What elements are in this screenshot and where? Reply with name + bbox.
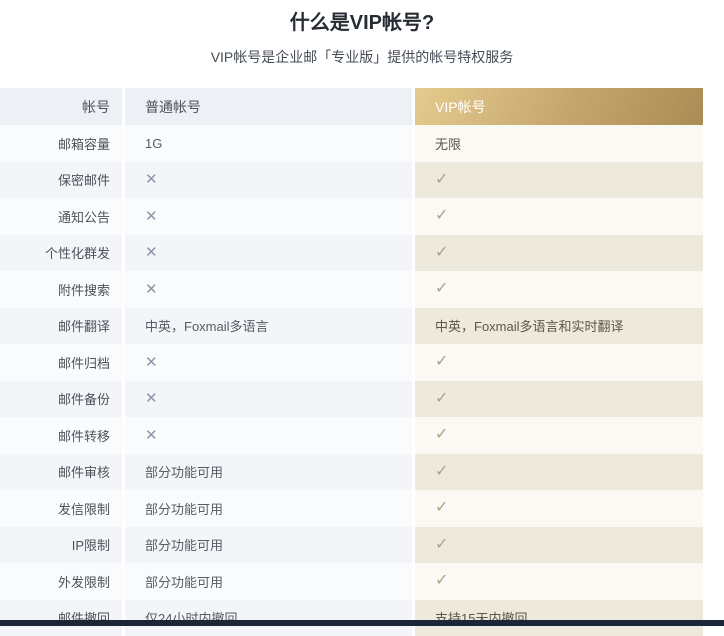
vip-cell: ✓ xyxy=(415,235,703,272)
check-icon: ✓ xyxy=(435,172,448,188)
row-label: 个性化群发 xyxy=(0,235,122,272)
check-icon: ✓ xyxy=(435,464,448,480)
vip-cell: 支持15天内撤回 xyxy=(415,600,703,636)
row-label: 外发限制 xyxy=(0,563,122,600)
normal-cell: 部分功能可用 xyxy=(125,563,412,600)
table-row: 邮箱容量 1G 无限 xyxy=(0,125,706,162)
bottom-bar xyxy=(0,620,724,626)
table-row: IP限制 部分功能可用 ✓ xyxy=(0,527,706,564)
vip-cell: ✓ xyxy=(415,563,703,600)
row-label: IP限制 xyxy=(0,527,122,564)
row-label: 发信限制 xyxy=(0,490,122,527)
vip-cell: ✓ xyxy=(415,454,703,491)
cross-icon: ✕ xyxy=(145,282,158,297)
check-icon: ✓ xyxy=(435,208,448,224)
vip-cell: ✓ xyxy=(415,198,703,235)
normal-cell: ✕ xyxy=(125,162,412,199)
check-icon: ✓ xyxy=(435,281,448,297)
cell-text: 中英，Foxmail多语言和实时翻译 xyxy=(435,316,624,335)
cross-icon: ✕ xyxy=(145,355,158,370)
header-account: 帐号 xyxy=(0,88,122,125)
normal-cell: 部分功能可用 xyxy=(125,454,412,491)
normal-cell: 仅24小时内撤回 xyxy=(125,600,412,636)
cross-icon: ✕ xyxy=(145,172,158,187)
row-label: 邮件归档 xyxy=(0,344,122,381)
page-title: 什么是VIP帐号? xyxy=(0,0,724,36)
check-icon: ✓ xyxy=(435,354,448,370)
cross-icon: ✕ xyxy=(145,245,158,260)
cell-text: 部分功能可用 xyxy=(145,572,223,591)
check-icon: ✓ xyxy=(435,427,448,443)
table-row: 邮件撤回 仅24小时内撤回 支持15天内撤回 xyxy=(0,600,706,636)
page-subtitle: VIP帐号是企业邮「专业版」提供的帐号特权服务 xyxy=(0,48,724,66)
cross-icon: ✕ xyxy=(145,428,158,443)
check-icon: ✓ xyxy=(435,573,448,589)
cell-text: 中英，Foxmail多语言 xyxy=(145,316,269,335)
normal-cell: ✕ xyxy=(125,235,412,272)
table-row: 邮件归档 ✕ ✓ xyxy=(0,344,706,381)
table-row: 邮件转移 ✕ ✓ xyxy=(0,417,706,454)
normal-cell: ✕ xyxy=(125,344,412,381)
vip-cell: 无限 xyxy=(415,125,703,162)
vip-cell: ✓ xyxy=(415,381,703,418)
table-row: 个性化群发 ✕ ✓ xyxy=(0,235,706,272)
table-row: 邮件翻译 中英，Foxmail多语言 中英，Foxmail多语言和实时翻译 xyxy=(0,308,706,345)
table-row: 附件搜索 ✕ ✓ xyxy=(0,271,706,308)
row-label: 邮件审核 xyxy=(0,454,122,491)
cross-icon: ✕ xyxy=(145,391,158,406)
row-label: 邮件撤回 xyxy=(0,600,122,636)
check-icon: ✓ xyxy=(435,391,448,407)
cell-text: 1G xyxy=(145,136,162,151)
normal-cell: 中英，Foxmail多语言 xyxy=(125,308,412,345)
vip-cell: ✓ xyxy=(415,417,703,454)
check-icon: ✓ xyxy=(435,245,448,261)
row-label: 通知公告 xyxy=(0,198,122,235)
normal-cell: ✕ xyxy=(125,198,412,235)
check-icon: ✓ xyxy=(435,500,448,516)
header-normal-account: 普通帐号 xyxy=(125,88,412,125)
table-row: 外发限制 部分功能可用 ✓ xyxy=(0,563,706,600)
cell-text: 无限 xyxy=(435,134,461,153)
table-header-row: 帐号 普通帐号 VIP帐号 xyxy=(0,88,706,125)
normal-cell: ✕ xyxy=(125,417,412,454)
table-row: 邮件审核 部分功能可用 ✓ xyxy=(0,454,706,491)
row-label: 附件搜索 xyxy=(0,271,122,308)
comparison-table: 帐号 普通帐号 VIP帐号 邮箱容量 1G 无限 保密邮件 ✕ ✓ 通知公告 ✕… xyxy=(0,88,706,636)
table-row: 发信限制 部分功能可用 ✓ xyxy=(0,490,706,527)
normal-cell: 部分功能可用 xyxy=(125,490,412,527)
normal-cell: ✕ xyxy=(125,271,412,308)
cross-icon: ✕ xyxy=(145,209,158,224)
row-label: 邮件备份 xyxy=(0,381,122,418)
vip-cell: 中英，Foxmail多语言和实时翻译 xyxy=(415,308,703,345)
vip-cell: ✓ xyxy=(415,527,703,564)
normal-cell: 1G xyxy=(125,125,412,162)
row-label: 邮箱容量 xyxy=(0,125,122,162)
table-row: 通知公告 ✕ ✓ xyxy=(0,198,706,235)
check-icon: ✓ xyxy=(435,537,448,553)
vip-cell: ✓ xyxy=(415,271,703,308)
table-row: 邮件备份 ✕ ✓ xyxy=(0,381,706,418)
row-label: 邮件转移 xyxy=(0,417,122,454)
vip-cell: ✓ xyxy=(415,344,703,381)
table-body: 邮箱容量 1G 无限 保密邮件 ✕ ✓ 通知公告 ✕ ✓ 个性化群发 ✕ ✓ 附… xyxy=(0,125,706,636)
table-row: 保密邮件 ✕ ✓ xyxy=(0,162,706,199)
header-vip-account: VIP帐号 xyxy=(415,88,703,125)
normal-cell: ✕ xyxy=(125,381,412,418)
row-label: 保密邮件 xyxy=(0,162,122,199)
cell-text: 部分功能可用 xyxy=(145,499,223,518)
row-label: 邮件翻译 xyxy=(0,308,122,345)
vip-cell: ✓ xyxy=(415,162,703,199)
normal-cell: 部分功能可用 xyxy=(125,527,412,564)
vip-cell: ✓ xyxy=(415,490,703,527)
cell-text: 部分功能可用 xyxy=(145,535,223,554)
cell-text: 部分功能可用 xyxy=(145,462,223,481)
